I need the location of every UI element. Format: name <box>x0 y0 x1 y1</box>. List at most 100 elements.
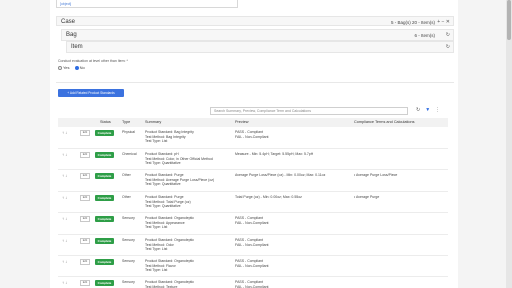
summary-line: Test Type: List <box>145 225 168 230</box>
table-row: ↑ ↓ Edit Complete Chemical Product Standard:… <box>58 149 448 170</box>
summary-line: Test Type: List <box>145 139 168 144</box>
refresh-icon[interactable]: ↻ <box>446 44 450 50</box>
preview-cell: PASS - Compliant FAIL - Non-Compliant <box>235 238 269 247</box>
summary-cell: Product Standard: Purge Test Method: Tota… <box>145 195 191 209</box>
scrollbar-thumb[interactable] <box>507 0 511 40</box>
summary-cell: Product Standard: Organoleptic Test Metho… <box>145 238 194 252</box>
type-cell: Sensory <box>122 216 135 220</box>
bag-label: Bag <box>66 32 77 38</box>
summary-line: Test Method: Texture <box>145 284 178 288</box>
type-cell: Other <box>122 195 131 199</box>
reorder-arrows-icon[interactable]: ↑ ↓ <box>62 173 67 178</box>
more-options-icon[interactable]: ⋮ <box>435 107 440 113</box>
column-compliance[interactable]: Compliance Terms and Calculations <box>354 120 415 124</box>
preview-cell: Average Purge Loss/Piece (oz) - Min: 0.0… <box>235 173 325 178</box>
table-row: ↑ ↓ Edit Complete Other Product Standard: Pu… <box>58 192 448 213</box>
column-preview[interactable]: Preview <box>235 120 249 124</box>
preview-line: FAIL - Non-Compliant <box>235 134 269 139</box>
summary-line: Product Standard: Organoleptic <box>145 280 195 284</box>
edit-button[interactable]: Edit <box>80 130 90 136</box>
radio-no[interactable]: No <box>74 65 85 70</box>
left-margin <box>0 0 50 288</box>
item-label: Item <box>71 44 83 50</box>
reorder-arrows-icon[interactable]: ↑ ↓ <box>62 152 67 157</box>
summary-line: Test Type: List <box>145 268 168 273</box>
add-related-standards-button[interactable]: + Add Related Product Standards <box>58 89 124 97</box>
bag-counts: 6 - Item(s) <box>414 33 435 38</box>
status-badge: Complete <box>95 130 114 136</box>
table-toolbar: ↻ ▼ ⋮ <box>416 107 445 113</box>
column-type[interactable]: Type <box>122 120 130 124</box>
table-row: ↑ ↓ Edit Complete Sensory Product Standard: … <box>58 256 448 277</box>
summary-cell: Product Standard: Organoleptic Test Metho… <box>145 280 194 288</box>
compliance-cell: • Average Purge <box>354 195 379 200</box>
status-badge: Complete <box>95 259 114 265</box>
preview-cell: PASS - Compliant FAIL - Non-Compliant <box>235 259 269 268</box>
preview-cell: Total Purge (oz) - Min: 0.00oz; Max: 0.5… <box>235 195 302 200</box>
summary-line: Product Standard: Organoleptic <box>145 259 195 263</box>
compliance-line: • Average Purge <box>354 195 380 199</box>
bag-section-header[interactable]: Bag 6 - Item(s) ↻ <box>61 29 454 41</box>
preview-line: FAIL - Non-Compliant <box>235 263 269 268</box>
preview-cell: PASS - Compliant FAIL - Non-Compliant <box>235 216 269 225</box>
edit-button[interactable]: Edit <box>80 259 90 265</box>
edit-button[interactable]: Edit <box>80 280 90 286</box>
summary-line: Test Type: Quantitative <box>145 161 181 166</box>
radio-button-icon[interactable] <box>58 65 62 70</box>
edit-button[interactable]: Edit <box>80 216 90 222</box>
radio-button-selected-icon[interactable] <box>74 65 79 70</box>
preview-line: FAIL - Non-Compliant <box>235 284 269 288</box>
case-controls[interactable]: + − ✕ <box>437 19 450 25</box>
summary-line: Product Standard: Organoleptic <box>145 216 195 220</box>
item-section-header[interactable]: Item ↻ <box>66 41 454 53</box>
status-badge: Complete <box>95 195 114 201</box>
type-cell: Chemical <box>122 152 137 156</box>
column-status[interactable]: Status <box>100 120 111 124</box>
summary-line: Product Standard: Bag Integrity <box>145 130 194 134</box>
compliance-line: • Average Purge Loss/Piece <box>354 173 398 177</box>
reorder-arrows-icon[interactable]: ↑ ↓ <box>62 238 67 243</box>
vertical-scrollbar[interactable] <box>506 0 512 288</box>
type-cell: Sensory <box>122 280 135 284</box>
preview-line: Average Purge Loss/Piece (oz) - Min: 0.0… <box>235 173 326 177</box>
type-cell: Sensory <box>122 259 135 263</box>
reorder-arrows-icon[interactable]: ↑ ↓ <box>62 195 67 200</box>
refresh-icon[interactable]: ↻ <box>416 107 420 113</box>
table-row: ↑ ↓ Edit Complete Sensory Product Standard: … <box>58 277 448 288</box>
edit-button[interactable]: Edit <box>80 195 90 201</box>
preview-cell: PASS - Compliant FAIL - Non-Compliant <box>235 280 269 288</box>
preview-line: Total Purge (oz) - Min: 0.00oz; Max: 0.5… <box>235 195 302 199</box>
top-text-field[interactable]: [object] <box>56 0 238 8</box>
filter-icon[interactable]: ▼ <box>425 107 430 113</box>
status-badge: Complete <box>95 238 114 244</box>
table-row: ↑ ↓ Edit Complete Sensory Product Standard: … <box>58 213 448 235</box>
edit-button[interactable]: Edit <box>80 173 90 179</box>
status-badge: Complete <box>95 216 114 222</box>
case-section-header[interactable]: Case 5 - Bag(s) 20 - Item(s) + − ✕ <box>56 16 454 26</box>
preview-cell: PASS - Compliant FAIL - Non-Compliant <box>235 130 269 139</box>
reorder-arrows-icon[interactable]: ↑ ↓ <box>62 259 67 264</box>
summary-line: Test Type: Quantitative <box>145 204 181 209</box>
edit-button[interactable]: Edit <box>80 152 90 158</box>
case-label: Case <box>61 19 76 25</box>
table-row: ↑ ↓ Edit Complete Physical Product Standard:… <box>58 127 448 149</box>
reorder-arrows-icon[interactable]: ↑ ↓ <box>62 216 67 221</box>
reorder-arrows-icon[interactable]: ↑ ↓ <box>62 280 67 285</box>
summary-cell: Product Standard: Bag Integrity Test Meth… <box>145 130 194 144</box>
column-summary[interactable]: Summary <box>145 120 161 124</box>
radio-yes[interactable]: Yes <box>58 65 70 70</box>
preview-line: FAIL - Non-Compliant <box>235 220 269 225</box>
table-header: Status Type Summary Preview Compliance T… <box>58 118 448 127</box>
reorder-arrows-icon[interactable]: ↑ ↓ <box>62 130 67 135</box>
main-panel: [object] Case 5 - Bag(s) 20 - Item(s) + … <box>50 0 458 288</box>
edit-button[interactable]: Edit <box>80 238 90 244</box>
summary-cell: Product Standard: pH Test Method: Color, … <box>145 152 213 166</box>
status-badge: Complete <box>95 280 114 286</box>
table-row: ↑ ↓ Edit Complete Sensory Product Standard: … <box>58 235 448 256</box>
search-input[interactable]: Search Summary, Preview, Compliance Term… <box>210 107 408 115</box>
refresh-icon[interactable]: ↻ <box>446 32 450 38</box>
compliance-cell: • Average Purge Loss/Piece <box>354 173 397 178</box>
summary-cell: Product Standard: Organoleptic Test Metho… <box>145 259 194 273</box>
preview-line: FAIL - Non-Compliant <box>235 242 269 247</box>
evaluation-level-radios: Yes No <box>58 65 89 70</box>
